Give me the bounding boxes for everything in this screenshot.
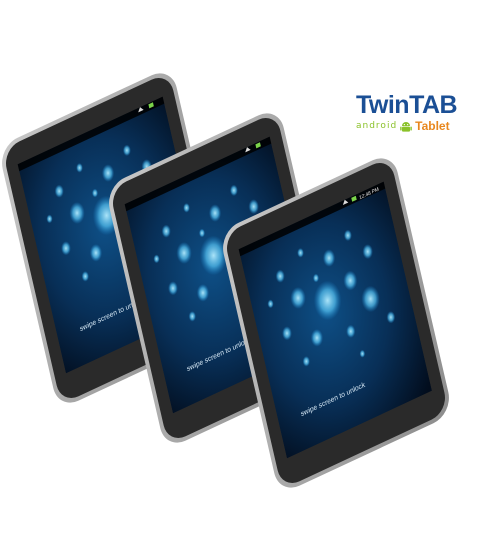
- product-image: swipe screen to unlock swipe screen to u…: [0, 0, 500, 554]
- brand-android-word: ANDROID: [356, 121, 398, 131]
- android-robot-icon: [400, 122, 412, 132]
- brand-subline: ANDROID Tablet: [356, 119, 476, 133]
- brand-title: TwinTAB: [356, 91, 458, 119]
- brand-logo: TwinTAB ANDROID Tablet: [356, 92, 476, 133]
- brand-tablet-word: Tablet: [415, 119, 450, 133]
